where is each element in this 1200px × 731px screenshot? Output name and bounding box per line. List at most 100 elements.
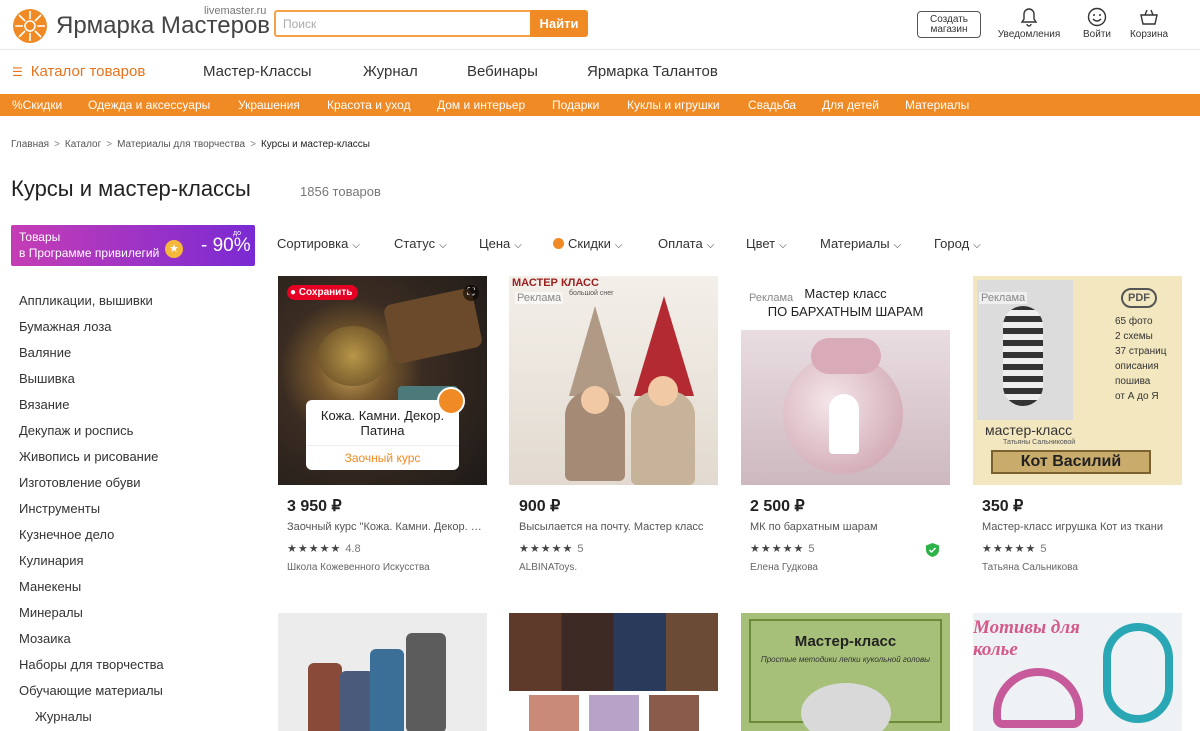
- product-image[interactable]: Мотивы для колье: [973, 613, 1182, 731]
- feature-item: 2 схемы: [1115, 331, 1153, 342]
- product-title[interactable]: Высылается на почту. Мастер класс: [519, 521, 719, 533]
- chevron-down-icon: ⌵: [614, 240, 623, 251]
- breadcrumb-item[interactable]: Материалы для творчества: [117, 139, 245, 150]
- sidebar-item[interactable]: Декупаж и роспись: [19, 423, 133, 438]
- breadcrumb-item[interactable]: Каталог: [65, 139, 101, 150]
- sidebar-item[interactable]: Мозаика: [19, 631, 71, 646]
- product-rating: ★★★★★ 5: [750, 542, 814, 555]
- login-button[interactable]: Войти: [1078, 7, 1116, 40]
- category-item[interactable]: Дом и интерьер: [437, 98, 525, 112]
- sidebar-item[interactable]: Валяние: [19, 345, 71, 360]
- nav-journal[interactable]: Журнал: [363, 63, 418, 80]
- product-seller[interactable]: Татьяна Сальникова: [982, 562, 1078, 573]
- filter-label: Сортировка: [277, 236, 349, 251]
- product-image[interactable]: Реклама МАСТЕР КЛАСС большой снег: [509, 276, 718, 485]
- filter-price[interactable]: Цена ⌵: [479, 236, 522, 251]
- feature-item: 37 страниц: [1115, 346, 1167, 357]
- image-product-name: Кот Василий: [991, 450, 1151, 474]
- sidebar-item[interactable]: Живопись и рисование: [19, 449, 158, 464]
- product-price: 350 ₽: [982, 498, 1024, 515]
- sidebar-item[interactable]: Манекены: [19, 579, 81, 594]
- sidebar-item[interactable]: Минералы: [19, 605, 83, 620]
- category-item[interactable]: Свадьба: [748, 98, 796, 112]
- sidebar-item[interactable]: Бумажная лоза: [19, 319, 112, 334]
- search-input[interactable]: [274, 10, 530, 37]
- category-item[interactable]: Одежда и аксессуары: [88, 98, 210, 112]
- category-item[interactable]: Подарки: [552, 98, 599, 112]
- search-button[interactable]: Найти: [530, 10, 588, 37]
- discount-icon: [553, 238, 564, 249]
- overlay-subtitle: Заочный курс: [306, 445, 459, 470]
- filter-color[interactable]: Цвет ⌵: [746, 236, 787, 251]
- sidebar-item[interactable]: Изготовление обуви: [19, 475, 141, 490]
- stars-icon: ★★★★★: [287, 543, 342, 555]
- product-title[interactable]: Мастер-класс игрушка Кот из ткани: [982, 521, 1182, 533]
- filter-label: Скидки: [568, 236, 611, 251]
- course-badge-icon: [437, 387, 465, 415]
- category-item[interactable]: Куклы и игрушки: [627, 98, 720, 112]
- image-caption: Мотивы для колье: [973, 617, 1080, 660]
- privilege-program-banner[interactable]: Товары в Программе привилегий ★ до - 90%: [11, 225, 255, 266]
- product-title[interactable]: МК по бархатным шарам: [750, 521, 950, 533]
- product-image[interactable]: [278, 613, 487, 731]
- filter-city[interactable]: Город ⌵: [934, 236, 981, 251]
- sidebar-item[interactable]: Вышивка: [19, 371, 75, 386]
- sidebar-item[interactable]: Вязание: [19, 397, 69, 412]
- catalog-label: Каталог товаров: [30, 63, 146, 80]
- sidebar-item[interactable]: Кулинария: [19, 553, 84, 568]
- sidebar-subitem[interactable]: Журналы: [35, 709, 92, 724]
- product-seller[interactable]: Елена Гудкова: [750, 562, 818, 573]
- sidebar-item[interactable]: Наборы для творчества: [19, 657, 164, 672]
- filter-label: Статус: [394, 236, 436, 251]
- notifications-button[interactable]: Уведомления: [994, 7, 1064, 40]
- image-caption: МАСТЕР КЛАСС: [512, 277, 599, 289]
- login-label: Войти: [1083, 29, 1111, 40]
- verified-shield-icon: [926, 543, 939, 562]
- breadcrumb-item[interactable]: Главная: [11, 139, 49, 150]
- product-seller[interactable]: Школа Кожевенного Искусства: [287, 562, 430, 573]
- filter-materials[interactable]: Материалы ⌵: [820, 236, 901, 251]
- product-price: 2 500 ₽: [750, 498, 805, 515]
- image-caption: мастер-класс: [985, 422, 1073, 438]
- filter-payment[interactable]: Оплата ⌵: [658, 236, 714, 251]
- product-seller[interactable]: ALBINAToys.: [519, 562, 577, 573]
- nav-talents-fair[interactable]: Ярмарка Талантов: [587, 63, 718, 80]
- category-item[interactable]: Для детей: [822, 98, 879, 112]
- save-label: Сохранить: [298, 287, 353, 298]
- product-image[interactable]: ● Сохранить ⛶ Кожа. Камни. Декор. Патина…: [278, 276, 487, 485]
- product-rating: ★★★★★ 5: [519, 542, 583, 555]
- basket-icon: [1140, 9, 1158, 25]
- sidebar-item[interactable]: Кузнечное дело: [19, 527, 114, 542]
- product-title[interactable]: Заочный курс "Кожа. Камни. Декор. Патина…: [287, 521, 487, 533]
- cart-button[interactable]: Корзина: [1126, 7, 1172, 40]
- logo-icon[interactable]: [12, 8, 48, 44]
- page-title: Курсы и мастер-классы: [11, 176, 251, 201]
- category-item[interactable]: Материалы: [905, 98, 969, 112]
- create-shop-button[interactable]: Создать магазин: [917, 11, 981, 38]
- sidebar-item[interactable]: Обучающие материалы: [19, 683, 163, 698]
- product-image[interactable]: [509, 613, 718, 731]
- visual-search-icon[interactable]: ⛶: [463, 285, 479, 301]
- category-item[interactable]: %Скидки: [12, 98, 62, 112]
- sidebar-item[interactable]: Инструменты: [19, 501, 100, 516]
- filter-status[interactable]: Статус ⌵: [394, 236, 447, 251]
- sidebar-item[interactable]: Аппликации, вышивки: [19, 293, 153, 308]
- filter-discounts[interactable]: Скидки ⌵: [553, 236, 622, 251]
- product-image[interactable]: Реклама Мастер класс ПО БАРХАТНЫМ ШАРАМ: [741, 276, 950, 485]
- nav-master-classes[interactable]: Мастер-Классы: [203, 63, 312, 80]
- feature-item: от А до Я: [1115, 391, 1159, 402]
- product-image[interactable]: Реклама PDF 65 фото 2 схемы 37 страниц о…: [973, 276, 1182, 485]
- product-price: 3 950 ₽: [287, 498, 342, 515]
- product-image[interactable]: Мастер-класс Простые методики лепки куко…: [741, 613, 950, 731]
- product-price: 900 ₽: [519, 498, 561, 515]
- rating-value: 5: [577, 543, 584, 555]
- pdf-badge: PDF: [1121, 288, 1157, 308]
- category-item[interactable]: Украшения: [238, 98, 300, 112]
- nav-webinars[interactable]: Вебинары: [467, 63, 538, 80]
- catalog-menu[interactable]: ☰ Каталог товаров: [12, 63, 145, 80]
- filter-sort[interactable]: Сортировка ⌵: [277, 236, 360, 251]
- chevron-down-icon: ⌵: [706, 240, 715, 251]
- category-bar: %Скидки Одежда и аксессуары Украшения Кр…: [0, 94, 1200, 116]
- save-pin-button[interactable]: ● Сохранить: [287, 285, 359, 300]
- category-item[interactable]: Красота и уход: [327, 98, 411, 112]
